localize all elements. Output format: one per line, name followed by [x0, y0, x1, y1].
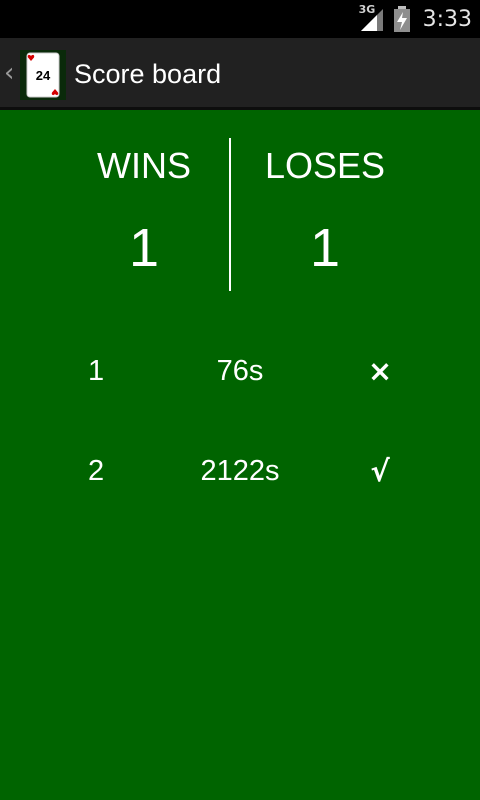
game-row: 2 2122s √	[0, 446, 480, 496]
battery-charging-icon	[393, 6, 410, 32]
wins-count: 1	[128, 218, 160, 278]
wins-label: WINS	[97, 145, 191, 186]
status-icons: 3G 3:33	[359, 0, 472, 38]
signal-icon	[360, 9, 383, 31]
page-title: Score board	[74, 59, 222, 89]
status-bar: 3G 3:33	[0, 0, 480, 38]
playing-card-icon: 24	[26, 52, 60, 98]
clock: 3:33	[422, 6, 472, 32]
loses-count: 1	[309, 218, 341, 278]
game-index: 1	[88, 355, 105, 387]
wins-column: WINS 1	[44, 145, 244, 279]
action-bar: ‹ 24 Score board	[0, 38, 480, 110]
cross-icon: ×	[367, 354, 393, 388]
game-time: 76s	[216, 355, 264, 387]
up-navigation-icon[interactable]: ‹	[4, 60, 14, 86]
loses-label: LOSES	[264, 145, 386, 186]
scoreboard-content: WINS 1 LOSES 1 1 76s × 2 2122s √	[0, 110, 480, 800]
check-icon: √	[370, 454, 390, 488]
app-icon-card-label: 24	[36, 68, 51, 83]
app-icon[interactable]: 24	[20, 50, 66, 100]
game-time: 2122s	[200, 455, 280, 487]
game-index: 2	[88, 455, 105, 487]
loses-column: LOSES 1	[225, 145, 425, 279]
game-row: 1 76s ×	[0, 346, 480, 396]
signal-indicator: 3G	[359, 3, 387, 33]
